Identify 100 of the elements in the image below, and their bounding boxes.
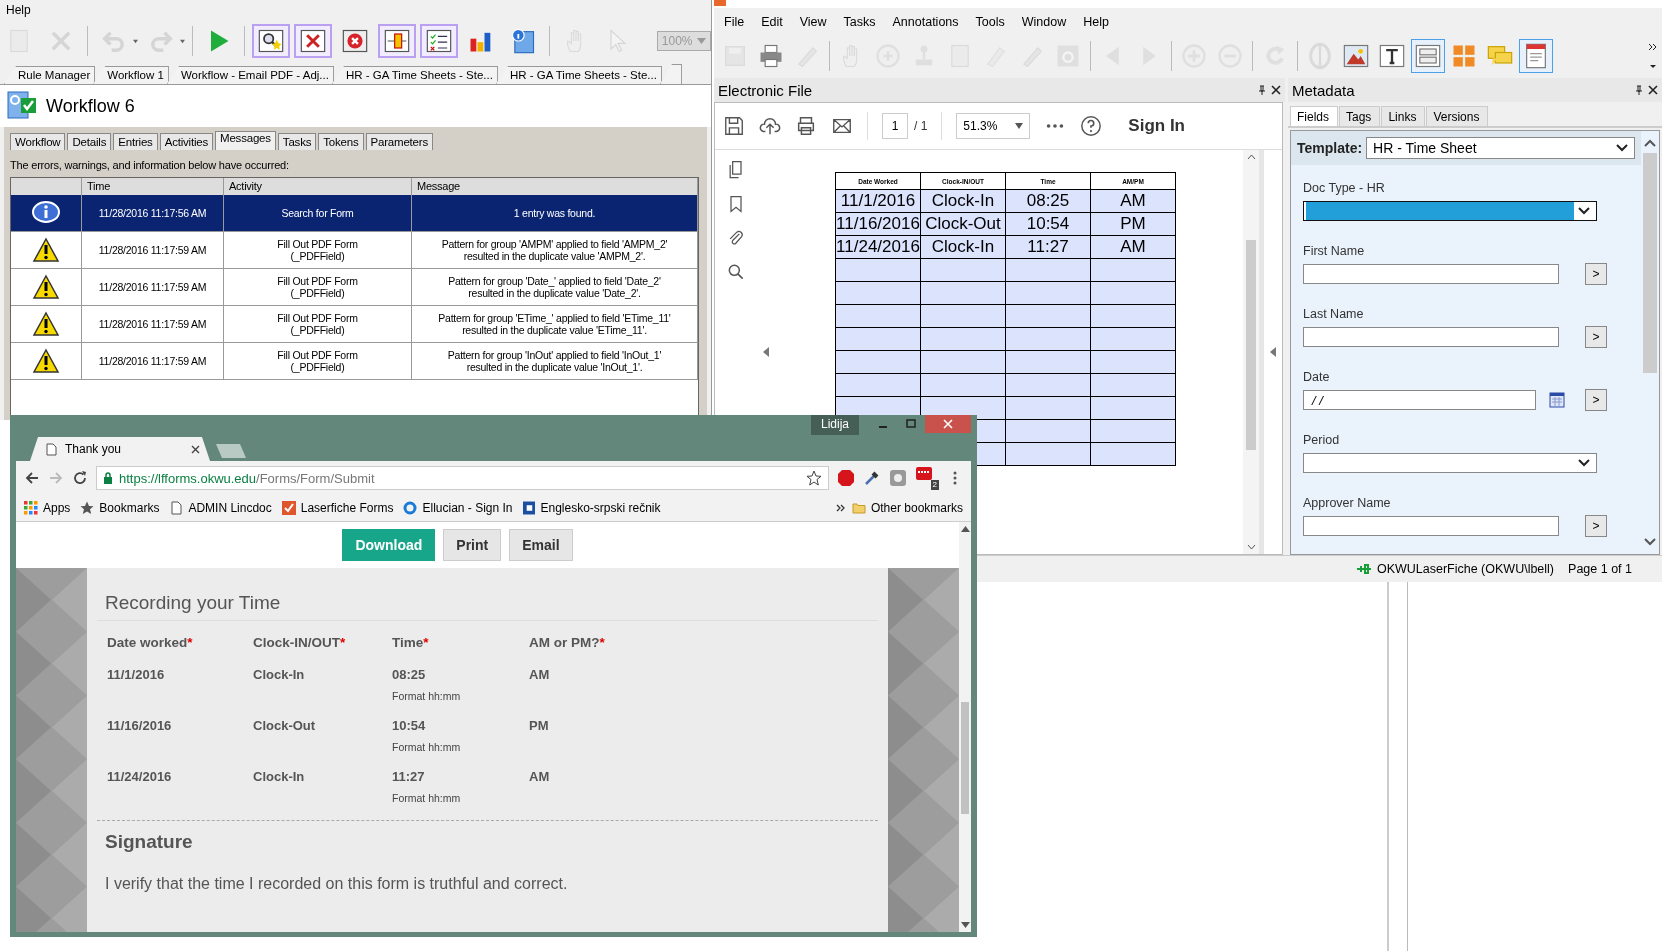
document-tab[interactable]: Workflow 1	[93, 66, 169, 84]
dropdown-field[interactable]	[1303, 201, 1597, 221]
page-number-field[interactable]: 1	[882, 113, 908, 139]
document-tab[interactable]: Workflow - Email PDF - Adj...	[166, 66, 334, 84]
template-dropdown[interactable]: HR - Time Sheet	[1366, 137, 1635, 159]
column-header[interactable]: Time	[82, 178, 224, 195]
caret-icon[interactable]	[132, 38, 138, 44]
scroll-down-icon[interactable]	[1246, 544, 1256, 550]
scrollbar[interactable]	[1243, 150, 1259, 554]
scroll-down-icon[interactable]	[1644, 538, 1656, 546]
calendar-icon[interactable]	[1549, 392, 1565, 408]
menu-item[interactable]: View	[799, 15, 827, 29]
tab[interactable]: Fields	[1290, 106, 1338, 126]
tab[interactable]: Activities	[159, 133, 214, 150]
menu-item[interactable]: Window	[1021, 15, 1067, 29]
scroll-down-icon[interactable]	[960, 922, 970, 928]
pin-icon[interactable]	[1634, 85, 1644, 95]
chevron-down-icon[interactable]	[1616, 144, 1628, 152]
scroll-thumb[interactable]	[1246, 240, 1256, 450]
input-field[interactable]	[1303, 516, 1559, 536]
address-field[interactable]: https://lfforms.okwu.edu/Forms/Form/Submit	[96, 466, 829, 490]
help-icon[interactable]	[1080, 115, 1103, 137]
eyedropper-icon[interactable]	[863, 469, 881, 487]
date-field[interactable]: / /	[1303, 390, 1536, 410]
tab[interactable]: Workflow	[10, 133, 66, 150]
menu-item[interactable]: Tasks	[843, 15, 876, 29]
extension-button[interactable]: 2	[915, 466, 939, 490]
document-tab[interactable]: Rule Manager	[4, 66, 96, 84]
column-header[interactable]: Activity	[224, 178, 412, 195]
browser-tab[interactable]: Thank you	[30, 437, 210, 461]
table-cell[interactable]: 11/16/2016	[835, 212, 921, 236]
scroll-up-icon[interactable]	[1644, 139, 1656, 147]
bookmark[interactable]: Laserfiche Forms	[281, 501, 394, 515]
scroll-thumb[interactable]	[961, 702, 969, 814]
stop-sign-icon[interactable]	[837, 469, 855, 487]
menu-item[interactable]: Annotations	[892, 15, 959, 29]
tab[interactable]: Details	[67, 133, 112, 150]
zoom-dropdown[interactable]: 51.3%	[956, 113, 1031, 139]
chevron-down-icon[interactable]	[1578, 207, 1590, 215]
tab[interactable]: Messages	[215, 131, 276, 150]
bookmark[interactable]: Ellucian - Sign In	[403, 501, 513, 515]
tab[interactable]: Links	[1381, 106, 1426, 126]
sign-in-button[interactable]: Sign In	[1122, 115, 1191, 137]
star-icon[interactable]	[806, 470, 822, 486]
collapse-icon[interactable]	[1270, 347, 1276, 357]
table-cell[interactable]: 11/1/2016	[835, 189, 921, 213]
bookmark[interactable]: Apps	[24, 501, 71, 515]
back-icon[interactable]	[24, 470, 40, 486]
scrollbar[interactable]	[959, 522, 971, 932]
form-button[interactable]: Print	[443, 529, 502, 561]
document-tab[interactable]	[659, 64, 682, 84]
tab[interactable]: Parameters	[365, 133, 433, 150]
lookup-button[interactable]: >	[1585, 389, 1607, 411]
menu-item[interactable]: Help	[6, 3, 31, 17]
scroll-thumb[interactable]	[1643, 153, 1657, 373]
tab[interactable]: Entries	[113, 133, 158, 150]
bookmark[interactable]: Englesko-srpski rečnik	[522, 501, 661, 515]
caret-icon[interactable]	[179, 38, 185, 44]
tab[interactable]: Tags	[1339, 106, 1381, 126]
bookmark[interactable]: Bookmarks	[80, 501, 160, 515]
tab[interactable]: Tasks	[277, 133, 317, 150]
menu-item[interactable]: File	[724, 15, 745, 29]
collapse-icon[interactable]	[763, 347, 769, 357]
tab[interactable]: Versions	[1426, 106, 1489, 126]
overflow-icon[interactable]	[1648, 41, 1658, 71]
input-field[interactable]	[1303, 327, 1559, 347]
form-button[interactable]: Email	[509, 529, 573, 561]
reload-icon[interactable]	[72, 470, 88, 486]
document-tab[interactable]: HR - GA Time Sheets - Ste...	[495, 66, 662, 84]
dropdown-field[interactable]	[1303, 453, 1597, 473]
pin-icon[interactable]	[1257, 85, 1267, 95]
bookmark[interactable]: ADMIN Lincdoc	[169, 501, 272, 515]
close-icon[interactable]	[1271, 85, 1281, 95]
lookup-button[interactable]: >	[1585, 263, 1607, 285]
close-icon[interactable]	[191, 444, 200, 454]
chevron-down-icon[interactable]	[1578, 459, 1590, 467]
search-icon[interactable]	[726, 262, 746, 282]
input-field[interactable]	[1303, 264, 1559, 284]
maximize-icon[interactable]	[906, 419, 916, 429]
document-tab[interactable]: HR - GA Time Sheets - Ste...	[331, 66, 498, 84]
save-icon[interactable]	[723, 115, 745, 137]
caret-icon[interactable]	[1015, 123, 1024, 129]
scroll-up-icon[interactable]	[960, 526, 970, 532]
lookup-button[interactable]: >	[1585, 326, 1607, 348]
lookup-button[interactable]: >	[1585, 515, 1607, 537]
print-icon[interactable]	[795, 115, 817, 137]
close-icon[interactable]	[1648, 85, 1658, 95]
new-tab-button[interactable]	[216, 444, 246, 458]
column-header[interactable]: Message	[412, 178, 698, 195]
upload-cloud-icon[interactable]	[759, 115, 781, 137]
table-cell[interactable]: 11/24/2016	[835, 235, 921, 259]
bookmark[interactable]: Other bookmarks	[851, 501, 963, 515]
scroll-up-icon[interactable]	[1246, 154, 1256, 160]
chevron-icon[interactable]	[835, 503, 846, 513]
menu-item[interactable]: Edit	[761, 15, 783, 29]
tab[interactable]: Tokens	[318, 133, 364, 150]
close-button[interactable]	[925, 415, 971, 433]
profile-name[interactable]: Lidija	[810, 415, 859, 435]
menu-item[interactable]: Tools	[975, 15, 1005, 29]
menu-item[interactable]: Help	[1083, 15, 1109, 29]
